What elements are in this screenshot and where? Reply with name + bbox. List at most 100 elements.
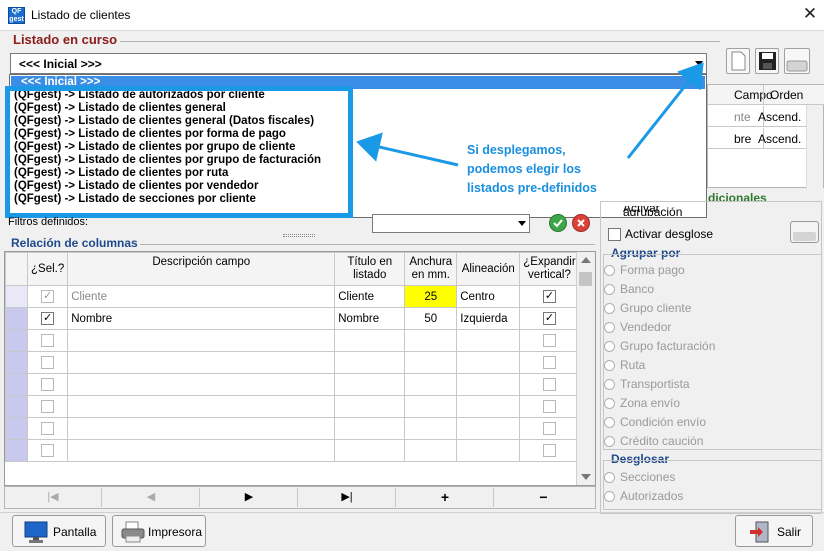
anchura-cell[interactable]	[404, 395, 458, 418]
sel-checkbox[interactable]: ✓	[41, 290, 55, 303]
expandir-cell[interactable]	[519, 373, 580, 396]
alineacion-cell[interactable]	[456, 329, 521, 352]
salir-button[interactable]: Salir	[735, 515, 813, 547]
titulo-cell[interactable]	[334, 417, 406, 440]
radio-button[interactable]	[604, 379, 615, 391]
radio-banco[interactable]: Banco	[604, 282, 654, 296]
anchura-cell[interactable]	[404, 439, 458, 462]
expandir-cell[interactable]	[519, 417, 580, 440]
row-indicator[interactable]	[5, 329, 28, 352]
anchura-cell[interactable]	[404, 417, 458, 440]
scroll-down-icon[interactable]	[581, 474, 591, 480]
expandir-checkbox[interactable]	[542, 422, 556, 435]
alineacion-cell[interactable]	[456, 439, 521, 462]
alineacion-cell[interactable]	[456, 351, 521, 374]
radio-button[interactable]	[604, 341, 615, 353]
sel-checkbox[interactable]: ✓	[41, 312, 55, 325]
expandir-checkbox[interactable]: ✓	[542, 312, 556, 325]
add-record-button[interactable]: +	[397, 488, 494, 507]
radio-condicion-envio[interactable]: Condición envío	[604, 415, 706, 429]
table-row[interactable]: ✓ Nombre Nombre 50 Izquierda ✓	[5, 307, 580, 330]
radio-grupo-cliente[interactable]: Grupo cliente	[604, 301, 691, 315]
alineacion-cell[interactable]	[456, 395, 521, 418]
sel-cell[interactable]	[26, 417, 69, 440]
apply-filter-button[interactable]	[549, 214, 567, 232]
expandir-cell[interactable]: ✓	[519, 285, 580, 308]
sel-checkbox[interactable]	[41, 444, 55, 457]
previous-record-button[interactable]: ◀	[103, 488, 200, 507]
radio-button[interactable]	[604, 303, 615, 315]
alineacion-cell[interactable]: Izquierda	[456, 307, 521, 330]
row-indicator[interactable]	[5, 439, 28, 462]
last-record-button[interactable]: ▶|	[299, 488, 396, 507]
columnas-vertical-scrollbar[interactable]	[576, 252, 595, 485]
sel-checkbox[interactable]	[41, 400, 55, 413]
expandir-checkbox[interactable]	[542, 334, 556, 347]
delete-filter-button[interactable]	[572, 214, 590, 232]
sel-cell[interactable]: ✓	[26, 307, 69, 330]
table-row[interactable]	[5, 395, 580, 418]
alineacion-cell[interactable]	[456, 417, 521, 440]
radio-secciones[interactable]: Secciones	[604, 470, 675, 484]
sel-checkbox[interactable]	[41, 422, 55, 435]
next-record-button[interactable]: ▶	[201, 488, 298, 507]
titulo-cell[interactable]: Nombre	[334, 307, 406, 330]
scrollbar-thumb[interactable]	[579, 272, 592, 286]
opciones-toggle-button[interactable]	[790, 221, 819, 243]
titulo-cell[interactable]	[334, 439, 406, 462]
expandir-checkbox[interactable]: ✓	[542, 290, 556, 303]
expandir-checkbox[interactable]	[542, 356, 556, 369]
radio-button[interactable]	[604, 417, 615, 429]
splitter-handle[interactable]	[283, 234, 315, 237]
radio-button[interactable]	[604, 284, 615, 296]
chevron-down-icon[interactable]	[518, 221, 526, 226]
activar-desglose-checkbox[interactable]	[608, 228, 621, 242]
sel-cell[interactable]	[26, 395, 69, 418]
sel-cell[interactable]: ✓	[26, 285, 69, 308]
table-row[interactable]	[5, 439, 580, 462]
radio-button[interactable]	[604, 436, 615, 448]
scroll-up-icon[interactable]	[581, 257, 591, 263]
row-indicator[interactable]	[5, 373, 28, 396]
titulo-cell[interactable]	[334, 373, 406, 396]
alineacion-cell[interactable]: Centro	[456, 285, 521, 308]
expandir-cell[interactable]: ✓	[519, 307, 580, 330]
sel-cell[interactable]	[26, 329, 69, 352]
radio-credito-caucion[interactable]: Crédito caución	[604, 434, 703, 448]
sel-checkbox[interactable]	[41, 378, 55, 391]
expandir-cell[interactable]	[519, 395, 580, 418]
row-indicator[interactable]	[5, 395, 28, 418]
alineacion-cell[interactable]	[456, 373, 521, 396]
row-indicator[interactable]	[5, 417, 28, 440]
titulo-cell[interactable]	[334, 351, 406, 374]
radio-button[interactable]	[604, 472, 615, 484]
sel-checkbox[interactable]	[41, 356, 55, 369]
table-row[interactable]	[5, 351, 580, 374]
expandir-checkbox[interactable]	[542, 400, 556, 413]
sel-cell[interactable]	[26, 373, 69, 396]
sel-checkbox[interactable]	[41, 334, 55, 347]
anchura-cell[interactable]: 50	[404, 307, 458, 330]
sel-cell[interactable]	[26, 351, 69, 374]
impresora-button[interactable]: Impresora	[112, 515, 206, 547]
expandir-cell[interactable]	[519, 439, 580, 462]
radio-button[interactable]	[604, 360, 615, 372]
radio-grupo-facturacion[interactable]: Grupo facturación	[604, 339, 715, 353]
activar-desglose-checkbox-wrap[interactable]	[608, 227, 621, 242]
radio-zona-envio[interactable]: Zona envío	[604, 396, 680, 410]
radio-button[interactable]	[604, 398, 615, 410]
titulo-cell[interactable]: Cliente	[334, 285, 406, 308]
row-indicator[interactable]	[5, 351, 28, 374]
pantalla-button[interactable]: Pantalla	[12, 515, 106, 547]
table-row[interactable]	[5, 373, 580, 396]
table-row[interactable]	[5, 329, 580, 352]
first-record-button[interactable]: |◀	[5, 488, 102, 507]
filtros-select[interactable]	[372, 214, 530, 233]
radio-autorizados[interactable]: Autorizados	[604, 489, 683, 503]
table-row[interactable]: ✓ Cliente Cliente 25 Centro ✓	[5, 285, 580, 308]
delete-record-button[interactable]: −	[495, 488, 592, 507]
expandir-cell[interactable]	[519, 351, 580, 374]
anchura-cell[interactable]: 25	[404, 285, 458, 308]
anchura-cell[interactable]	[404, 373, 458, 396]
anchura-cell[interactable]	[404, 329, 458, 352]
